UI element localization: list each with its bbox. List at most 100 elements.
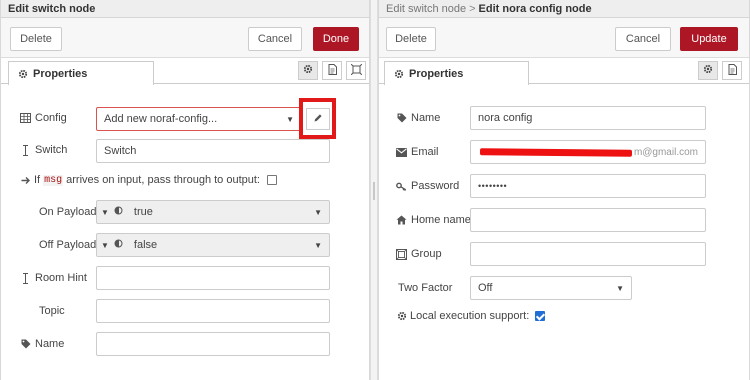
name-label: Name bbox=[35, 338, 65, 350]
boolean-icon bbox=[114, 239, 123, 251]
switch-row: Switch bbox=[20, 144, 67, 156]
tab-properties[interactable]: Properties bbox=[384, 61, 529, 85]
two-factor-value: Off bbox=[478, 282, 493, 294]
on-payload-label: On Payload bbox=[39, 206, 97, 218]
off-payload-row: Off Payload bbox=[39, 239, 96, 251]
local-execution-checkbox[interactable] bbox=[535, 311, 546, 321]
passthrough-checkbox[interactable] bbox=[266, 175, 277, 185]
gear-icon bbox=[303, 64, 313, 77]
delete-button[interactable]: Delete bbox=[10, 27, 62, 51]
name-input[interactable] bbox=[96, 332, 330, 356]
tab-bar: Properties bbox=[1, 58, 369, 85]
cancel-button[interactable]: Cancel bbox=[615, 27, 671, 51]
email-value: m@gmail.com bbox=[633, 146, 698, 158]
text-cursor-icon bbox=[20, 144, 31, 156]
topic-input[interactable] bbox=[96, 299, 330, 323]
two-factor-row: Two Factor bbox=[398, 282, 452, 294]
description-tab-button[interactable] bbox=[322, 61, 342, 80]
panel-divider[interactable] bbox=[370, 0, 378, 380]
switch-label: Switch bbox=[35, 144, 68, 156]
divider-grip[interactable] bbox=[373, 182, 375, 200]
chevron-down-icon: ▼ bbox=[314, 207, 322, 217]
password-label: Password bbox=[411, 180, 460, 192]
topic-row: Topic bbox=[39, 305, 65, 317]
done-button[interactable]: Done bbox=[313, 27, 359, 51]
passthrough-row: If msg arrives on input, pass through to… bbox=[20, 174, 277, 186]
name-input[interactable]: nora config bbox=[470, 106, 706, 130]
password-row: Password bbox=[396, 180, 459, 192]
password-input[interactable]: •••••••• bbox=[470, 174, 706, 198]
cancel-button[interactable]: Cancel bbox=[248, 27, 302, 51]
home-name-row: Home name bbox=[396, 214, 471, 226]
config-row: Config bbox=[20, 112, 67, 124]
chevron-down-icon: ▼ bbox=[286, 114, 294, 124]
toolbar: Delete Cancel Update bbox=[379, 18, 749, 58]
switch-input[interactable]: Switch bbox=[96, 139, 330, 163]
passthrough-prefix: If bbox=[34, 174, 41, 186]
breadcrumb: Edit switch node > Edit nora config node bbox=[379, 0, 749, 18]
document-icon bbox=[728, 63, 737, 78]
settings-tab-button[interactable] bbox=[698, 61, 718, 80]
tab-properties[interactable]: Properties bbox=[8, 61, 154, 85]
gear-icon bbox=[393, 68, 404, 79]
update-button[interactable]: Update bbox=[680, 27, 738, 51]
config-select[interactable]: Add new noraf-config... ▼ bbox=[96, 107, 302, 131]
group-label: Group bbox=[411, 248, 442, 260]
arrow-right-icon bbox=[20, 175, 31, 186]
group-input[interactable] bbox=[470, 242, 706, 266]
name-row: Name bbox=[20, 338, 64, 350]
breadcrumb-parent[interactable]: Edit switch node bbox=[386, 3, 466, 15]
gear-icon bbox=[396, 311, 407, 322]
type-dropdown-icon[interactable]: ▼ bbox=[101, 208, 109, 217]
two-factor-label: Two Factor bbox=[398, 282, 453, 294]
local-execution-row: Local execution support: bbox=[396, 310, 546, 322]
home-name-input[interactable] bbox=[470, 208, 706, 232]
key-icon bbox=[396, 181, 407, 192]
document-icon bbox=[328, 63, 337, 78]
panel-title: Edit nora config node bbox=[478, 3, 592, 15]
home-name-label: Home name bbox=[411, 214, 471, 226]
gear-icon bbox=[17, 68, 28, 79]
group-row: Group bbox=[396, 248, 442, 260]
chevron-down-icon: ▼ bbox=[616, 283, 624, 293]
group-icon bbox=[396, 248, 407, 260]
passthrough-suffix: arrives on input, pass through to output… bbox=[66, 174, 260, 186]
two-factor-select[interactable]: Off ▼ bbox=[470, 276, 632, 300]
off-payload-value: false bbox=[133, 239, 158, 251]
type-dropdown-icon[interactable]: ▼ bbox=[101, 241, 109, 250]
panel-title: Edit switch node bbox=[1, 0, 369, 18]
on-payload-select[interactable]: ▼ true ▼ bbox=[96, 200, 330, 224]
settings-tab-button[interactable] bbox=[298, 61, 318, 80]
delete-button[interactable]: Delete bbox=[386, 27, 436, 51]
config-label: Config bbox=[35, 112, 67, 124]
off-payload-label: Off Payload bbox=[39, 239, 97, 251]
topic-label: Topic bbox=[39, 305, 65, 317]
description-tab-button[interactable] bbox=[722, 61, 742, 80]
room-hint-input[interactable] bbox=[96, 266, 330, 290]
highlight-box bbox=[299, 98, 336, 139]
breadcrumb-separator: > bbox=[469, 3, 476, 15]
chevron-down-icon: ▼ bbox=[314, 240, 322, 250]
email-row: Email bbox=[396, 146, 439, 158]
room-hint-label: Room Hint bbox=[35, 272, 87, 284]
frame-icon bbox=[350, 63, 362, 78]
table-icon bbox=[20, 113, 31, 124]
email-label: Email bbox=[411, 146, 439, 158]
tag-icon bbox=[396, 113, 407, 124]
text-cursor-icon bbox=[20, 272, 31, 284]
config-value: Add new noraf-config... bbox=[104, 113, 218, 125]
home-icon bbox=[396, 215, 407, 226]
passthrough-code: msg bbox=[43, 174, 64, 186]
edit-nora-config-panel: Edit switch node > Edit nora config node D… bbox=[378, 0, 750, 380]
envelope-icon bbox=[396, 147, 407, 158]
appearance-tab-button[interactable] bbox=[346, 61, 366, 80]
room-hint-row: Room Hint bbox=[20, 272, 87, 284]
tab-label: Properties bbox=[33, 67, 88, 80]
boolean-icon bbox=[114, 206, 123, 218]
tab-label: Properties bbox=[409, 67, 464, 80]
on-payload-row: On Payload bbox=[39, 206, 96, 218]
off-payload-select[interactable]: ▼ false ▼ bbox=[96, 233, 330, 257]
local-execution-label: Local execution support: bbox=[410, 310, 530, 322]
tag-icon bbox=[20, 339, 31, 350]
edit-switch-node-panel: Edit switch node Delete Cancel Done Prop… bbox=[0, 0, 370, 380]
